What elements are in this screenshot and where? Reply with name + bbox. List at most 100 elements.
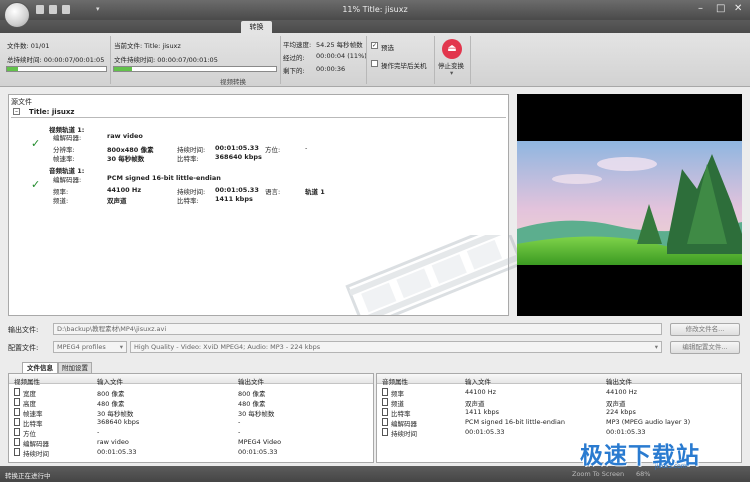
total-duration: 总持续时间: 00:00:07/00:01:05 (7, 56, 105, 64)
preview-frame-image (517, 94, 742, 316)
stop-icon: ⏏ (447, 43, 457, 54)
audio-codec-value: PCM signed 16-bit little-endian (107, 174, 221, 182)
video-preview (517, 94, 742, 316)
current-file: 当前文件: Title: jisuxz (114, 42, 181, 50)
output-label: 输出文件: (8, 326, 39, 334)
table-cell: 帧速率 (23, 410, 43, 418)
file-title: Title: jisuxz (29, 108, 75, 116)
video-bitrate-label: 比特率: (177, 155, 199, 163)
collapse-icon[interactable]: – (13, 108, 20, 115)
table-cell: 368640 kbps (97, 418, 140, 426)
table-cell: - (238, 418, 241, 426)
video-codec-value: raw video (107, 132, 143, 140)
close-icon[interactable]: ✕ (734, 3, 742, 15)
film-strip-watermark-icon (345, 235, 519, 315)
divider (110, 36, 111, 84)
video-codec-label: 编解码器: (53, 134, 82, 142)
avg-speed-value: 54.25 每秒帧数 (316, 41, 363, 49)
file-progress-fill (114, 67, 132, 71)
table-cell: 持续时间 (23, 450, 49, 458)
property-icon (382, 428, 388, 436)
table-cell: 30 每秒帧数 (238, 410, 275, 418)
shutdown-label: 操作完毕后关机 (381, 62, 427, 70)
column-header[interactable]: 视频属性 (14, 376, 40, 386)
tree-header: – Title: jisuxz (11, 107, 506, 118)
rename-button[interactable]: 修改文件名... (670, 323, 740, 336)
table-cell: 双声道 (465, 400, 485, 408)
column-header[interactable]: 输入文件 (97, 376, 123, 386)
table-cell: 00:01:05.33 (606, 428, 646, 436)
table-cell: raw video (97, 438, 129, 446)
audio-bitrate-value: 1411 kbps (215, 195, 253, 203)
table-cell: 频率 (391, 390, 404, 398)
property-icon (382, 388, 388, 396)
tab-extra-settings[interactable]: 附加设置 (58, 362, 92, 373)
audio-lang-value: 轨道 1 (305, 188, 325, 196)
table-cell: 800 像素 (97, 390, 125, 398)
shutdown-checkbox[interactable] (371, 60, 378, 67)
table-cell: 编解码器 (23, 440, 49, 448)
profile-select-value: MPEG4 profiles (57, 343, 106, 351)
table-cell: 比特率 (391, 410, 411, 418)
property-icon (14, 418, 20, 426)
video-fps-value: 30 每秒帧数 (107, 155, 145, 163)
table-header (9, 374, 373, 384)
video-orient-value: - (305, 144, 308, 152)
table-cell: 480 像素 (238, 400, 266, 408)
property-icon (14, 388, 20, 396)
source-file-pane: 源文件 – Title: jisuxz ✓ 视频轨道 1: 编解码器: raw … (8, 94, 519, 316)
video-orient-label: 方位: (265, 146, 281, 154)
table-cell: 1411 kbps (465, 408, 500, 416)
column-header[interactable]: 输出文件 (238, 376, 264, 386)
elapsed-value: 00:00:04 (11%) (316, 52, 367, 60)
property-icon (14, 398, 20, 406)
watermark-url: jisuxz.com (655, 463, 687, 470)
table-cell: 方位 (23, 430, 36, 438)
divider (280, 36, 281, 84)
column-header[interactable]: 输入文件 (465, 376, 491, 386)
preview-checkbox[interactable]: ✓ (371, 42, 378, 49)
profile-select[interactable]: MPEG4 profiles ▾ (53, 341, 127, 353)
chevron-down-icon: ▾ (654, 343, 658, 351)
tab-file-info[interactable]: 文件信息 (22, 362, 58, 373)
app-logo[interactable] (4, 2, 30, 28)
table-cell: 224 kbps (606, 408, 636, 416)
edit-profile-button[interactable]: 编辑配置文件... (670, 341, 740, 354)
table-cell: 频道 (391, 400, 404, 408)
profile-label: 配置文件: (8, 344, 39, 352)
audio-freq-value: 44100 Hz (107, 186, 142, 194)
ribbon-tabbar: 转换 ⚙ 设置 (0, 20, 750, 49)
table-cell: 双声道 (606, 400, 626, 408)
table-cell: 44100 Hz (606, 388, 638, 396)
column-header[interactable]: 输出文件 (606, 376, 632, 386)
minimize-icon[interactable]: – (698, 3, 703, 15)
column-header[interactable]: 音频属性 (382, 376, 408, 386)
table-cell: 宽度 (23, 390, 36, 398)
preset-select[interactable]: High Quality - Video: XviD MPEG4; Audio:… (130, 341, 662, 353)
property-icon (14, 408, 20, 416)
window-title: 11% Title: jisuxz (342, 5, 408, 14)
preview-label: 预选 (381, 44, 394, 52)
avg-speed-label: 平均速度: (283, 41, 312, 49)
maximize-icon[interactable]: □ (716, 3, 725, 15)
zoom-mode[interactable]: Zoom To Screen (572, 470, 624, 478)
audio-codec-label: 编解码器: (53, 176, 82, 184)
table-cell: 高度 (23, 400, 36, 408)
tab-convert[interactable]: 转换 (241, 21, 272, 33)
video-track-check-icon[interactable]: ✓ (31, 137, 40, 150)
stop-conversion-button[interactable]: ⏏ (442, 39, 462, 59)
video-info-table: 视频属性 输入文件 输出文件 宽度 800 像素 800 像素 高度 480 像素 480 像素… (8, 373, 374, 463)
table-cell: MPEG4 Video (238, 438, 282, 446)
chevron-down-icon: ▾ (119, 343, 123, 351)
table-cell: 00:01:05.33 (465, 428, 505, 436)
table-cell: PCM signed 16-bit little-endian (465, 418, 565, 426)
table-cell: 持续时间 (391, 430, 417, 438)
audio-track-check-icon[interactable]: ✓ (31, 178, 40, 191)
preset-select-value: High Quality - Video: XviD MPEG4; Audio:… (134, 343, 321, 351)
property-icon (382, 398, 388, 406)
table-cell: - (97, 428, 100, 436)
stop-dropdown-icon[interactable]: ▾ (450, 69, 453, 77)
divider (434, 36, 435, 84)
output-path-field[interactable]: D:\backup\教程素材\MP4\jisuxz.avi (53, 323, 662, 335)
status-text: 转换正在进行中 (5, 472, 51, 480)
